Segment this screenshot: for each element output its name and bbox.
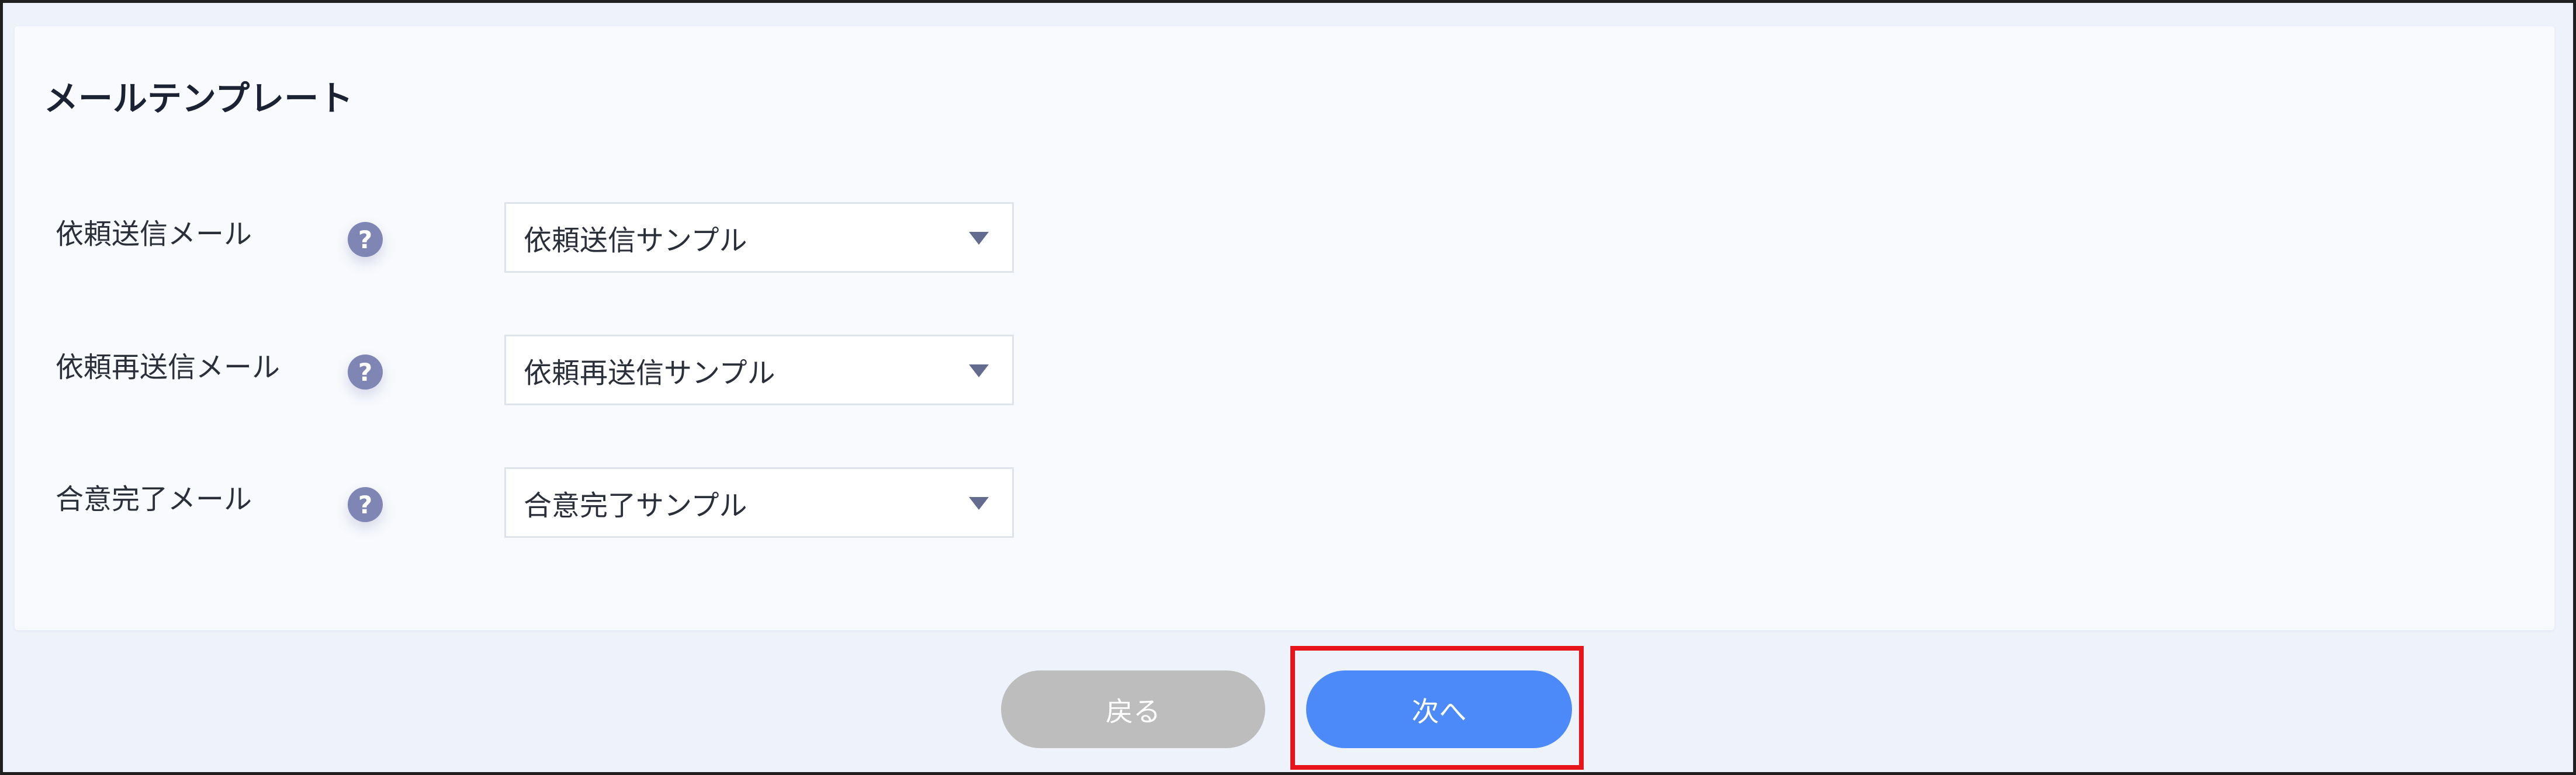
select-request-resend-template[interactable]: 依頼再送信サンプル (504, 335, 1014, 405)
caret-down-icon (969, 496, 989, 510)
question-icon[interactable]: ? (348, 222, 383, 257)
select-value: 依頼再送信サンプル (524, 356, 775, 390)
mail-template-card (15, 26, 2554, 630)
question-icon[interactable]: ? (348, 355, 383, 390)
select-value: 依頼送信サンプル (524, 224, 747, 257)
row-label-request-send: 依頼送信メール (56, 218, 252, 251)
caret-down-icon (969, 364, 989, 377)
select-request-send-template[interactable]: 依頼送信サンプル (504, 202, 1014, 273)
row-label-request-resend: 依頼再送信メール (56, 351, 281, 384)
row-label-agreement-complete: 合意完了メール (56, 483, 252, 516)
section-title: メールテンプレート (44, 78, 354, 119)
select-value: 合意完了サンプル (524, 489, 747, 522)
question-icon[interactable]: ? (348, 487, 383, 522)
caret-down-icon (969, 231, 989, 245)
next-button[interactable]: 次へ (1306, 670, 1572, 748)
select-agreement-complete-template[interactable]: 合意完了サンプル (504, 467, 1014, 538)
back-button[interactable]: 戻る (1001, 670, 1265, 748)
screen-frame: メールテンプレート 依頼送信メール ? 依頼送信サンプル 依頼再送信メール ? … (0, 0, 2576, 775)
